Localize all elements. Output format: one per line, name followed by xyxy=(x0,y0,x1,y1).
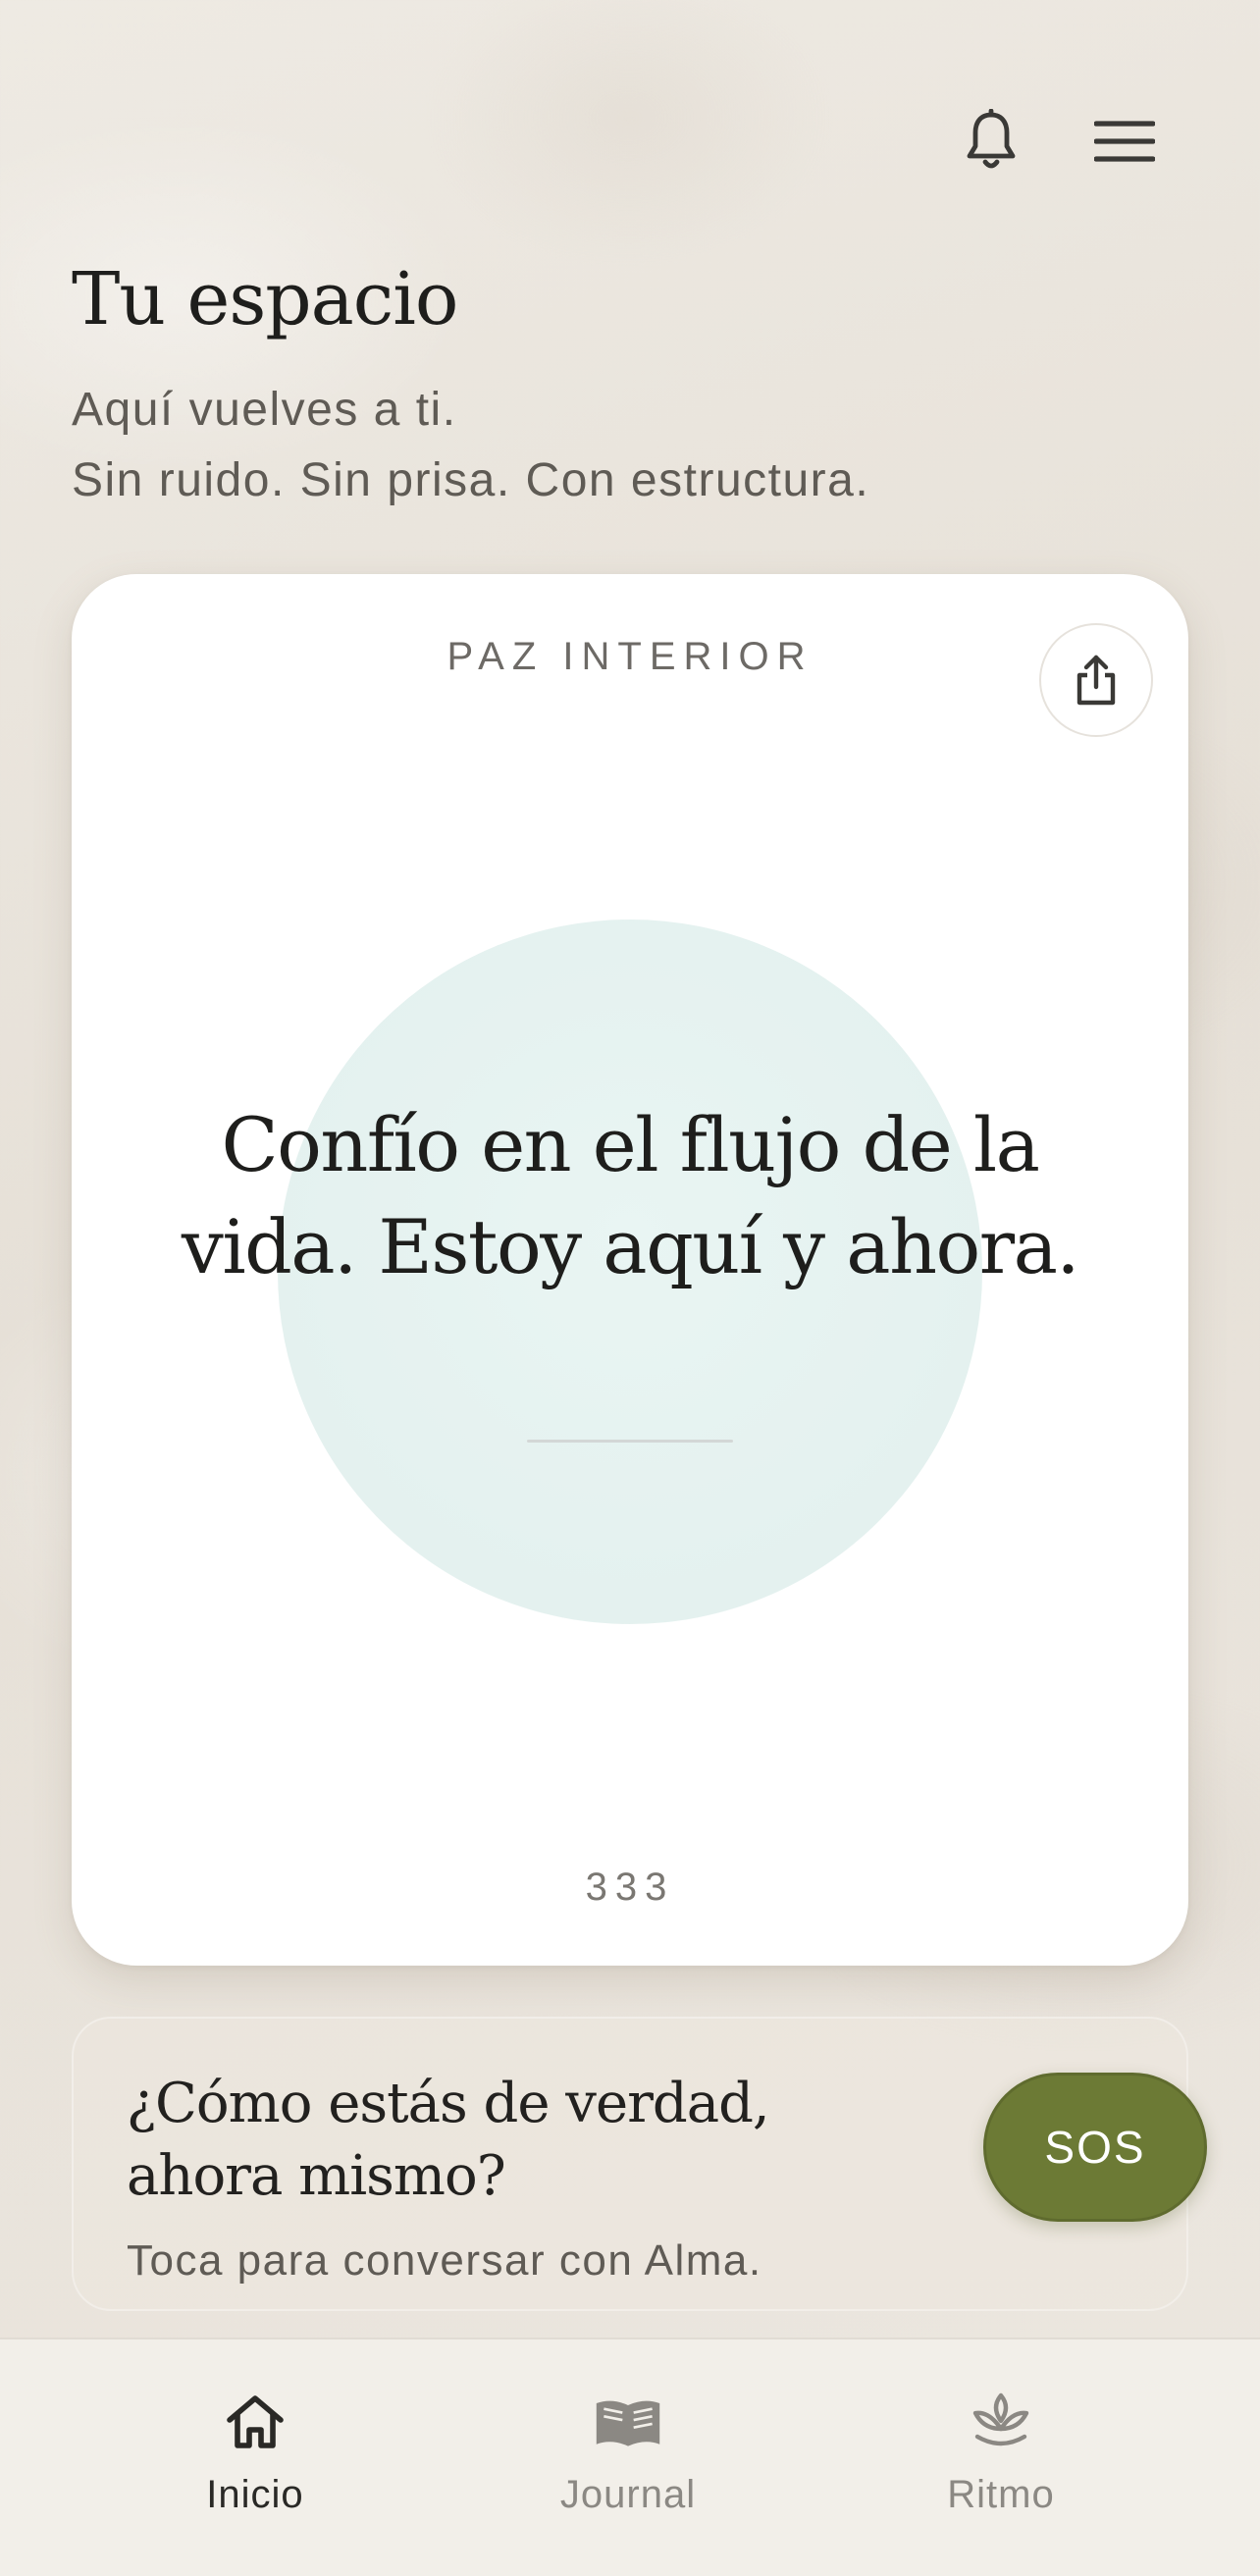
bell-icon xyxy=(967,109,1016,169)
menu-icon xyxy=(1094,121,1155,162)
share-button[interactable] xyxy=(1039,623,1153,737)
share-icon xyxy=(1076,655,1116,706)
nav-item-journal[interactable]: Journal xyxy=(481,2339,775,2576)
nav-label-inicio: Inicio xyxy=(206,2473,304,2516)
affirmation-text: Confío en el flujo de la vida. Estoy aqu… xyxy=(181,1101,1080,1290)
page-title: Tu espacio xyxy=(72,257,458,342)
page-subtitle-line2: Sin ruido. Sin prisa. Con estructura. xyxy=(72,454,870,506)
affirmation-card[interactable]: PAZ INTERIOR Confío en el flujo de la vi… xyxy=(72,574,1188,1966)
nav-item-ritmo[interactable]: Ritmo xyxy=(854,2339,1148,2576)
checkin-hint: Toca para conversar con Alma. xyxy=(127,2236,762,2285)
bottom-nav: Inicio Journal Ritmo xyxy=(0,2338,1260,2576)
nav-item-inicio[interactable]: Inicio xyxy=(108,2339,402,2576)
home-icon xyxy=(220,2387,290,2457)
sos-button[interactable]: SOS xyxy=(983,2073,1207,2222)
lotus-icon xyxy=(966,2387,1036,2457)
notifications-button[interactable] xyxy=(952,102,1030,181)
book-icon xyxy=(593,2387,663,2457)
card-number: 333 xyxy=(585,1866,675,1909)
card-category: PAZ INTERIOR xyxy=(446,635,814,678)
nav-label-ritmo: Ritmo xyxy=(947,2473,1055,2516)
affirmation-divider xyxy=(527,1440,733,1443)
menu-button[interactable] xyxy=(1085,102,1164,181)
nav-label-journal: Journal xyxy=(559,2473,697,2516)
page-subtitle-line1: Aquí vuelves a ti. xyxy=(72,384,457,436)
checkin-question: ¿Cómo estás de verdad, ahora mismo? xyxy=(127,2072,770,2208)
